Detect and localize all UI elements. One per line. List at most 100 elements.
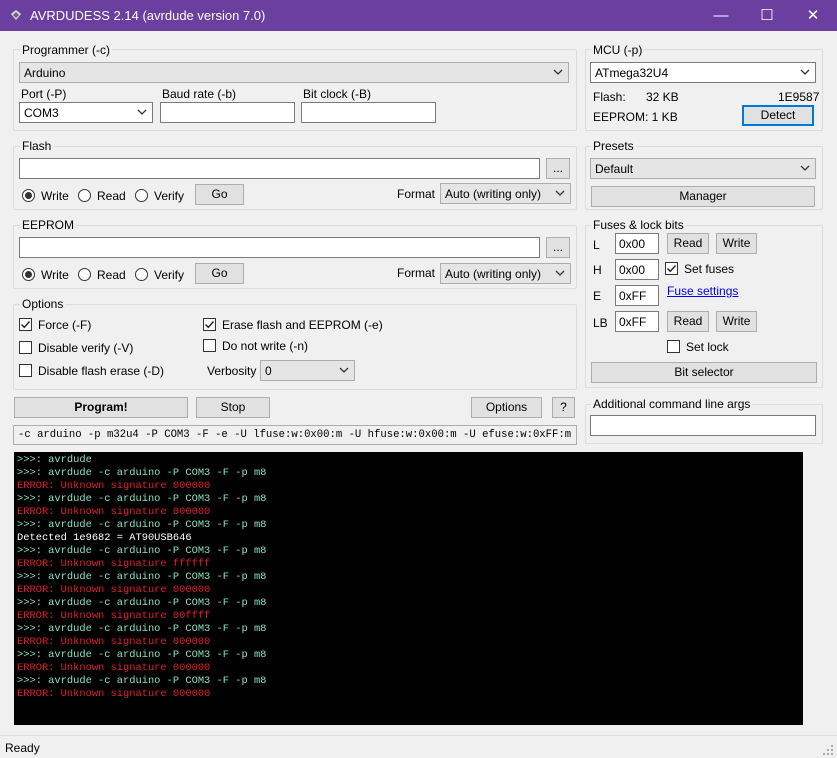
presets-select[interactable]: Default — [590, 158, 816, 179]
set-lock-label: Set lock — [686, 340, 729, 354]
baud-rate-label: Baud rate (-b) — [162, 87, 237, 101]
disable-flash-erase-checkbox[interactable] — [19, 364, 32, 377]
erase-checkbox[interactable] — [203, 318, 216, 331]
additional-args-input[interactable] — [590, 415, 816, 436]
console-line: >>>: avrdude -c arduino -P COM3 -F -p m8 — [17, 649, 267, 661]
force-checkbox[interactable] — [19, 318, 32, 331]
eeprom-write-label: Write — [41, 268, 69, 282]
lock-write-button[interactable]: Write — [716, 311, 757, 332]
console-line: ERROR: Unknown signature 000000 — [17, 480, 211, 492]
chevron-down-icon — [137, 109, 147, 115]
chevron-down-icon — [339, 367, 349, 373]
additional-args-label: Additional command line args — [591, 397, 753, 411]
flash-group-label: Flash — [20, 139, 54, 153]
programmer-group-label: Programmer (-c) — [20, 43, 113, 57]
console-line: ERROR: Unknown signature 000000 — [17, 688, 211, 700]
eeprom-write-radio[interactable] — [22, 268, 35, 281]
eeprom-format-select[interactable]: Auto (writing only) — [440, 263, 571, 284]
fuse-read-button[interactable]: Read — [667, 233, 709, 254]
bit-clock-input[interactable] — [301, 102, 436, 123]
bit-clock-label: Bit clock (-B) — [303, 87, 372, 101]
port-select[interactable]: COM3 — [19, 102, 153, 123]
detect-button[interactable]: Detect — [742, 105, 814, 126]
force-label: Force (-F) — [38, 318, 92, 332]
fuse-l-label: L — [593, 238, 600, 252]
set-fuses-checkbox[interactable] — [665, 262, 678, 275]
flash-format-select[interactable]: Auto (writing only) — [440, 183, 571, 204]
console-line: >>>: avrdude -c arduino -P COM3 -F -p m8 — [17, 519, 267, 531]
verbosity-select[interactable]: 0 — [260, 360, 355, 381]
stop-button[interactable]: Stop — [196, 397, 270, 418]
help-button[interactable]: ? — [552, 397, 575, 418]
console-line: ERROR: Unknown signature ffffff — [17, 558, 211, 570]
console-line: Detected 1e9682 = AT90USB646 — [17, 532, 192, 544]
console-line: ERROR: Unknown signature 000000 — [17, 584, 211, 596]
eeprom-read-label: Read — [97, 268, 126, 282]
bit-selector-button[interactable]: Bit selector — [591, 362, 817, 383]
fuse-write-button[interactable]: Write — [716, 233, 757, 254]
console-output[interactable]: >>>: avrdude >>>: avrdude -c arduino -P C… — [14, 452, 817, 725]
app-icon — [11, 10, 21, 20]
maximize-button[interactable]: ☐ — [744, 0, 790, 31]
status-text: Ready — [5, 741, 40, 755]
manager-button[interactable]: Manager — [591, 186, 815, 207]
chevron-down-icon — [555, 270, 565, 276]
console-line: >>>: avrdude -c arduino -P COM3 -F -p m8 — [17, 675, 267, 687]
command-line-preview[interactable]: -c arduino -p m32u4 -P COM3 -F -e -U lfu… — [13, 425, 577, 445]
console-line: >>>: avrdude — [17, 454, 92, 466]
console-line: ERROR: Unknown signature 00ffff — [17, 610, 211, 622]
close-button[interactable]: ✕ — [790, 0, 836, 31]
fuses-group-label: Fuses & lock bits — [591, 218, 686, 232]
eeprom-file-input[interactable] — [19, 237, 540, 258]
flash-read-label: Read — [97, 189, 126, 203]
title-bar[interactable]: AVRDUDESS 2.14 (avrdude version 7.0) — ☐… — [0, 0, 837, 31]
console-line: >>>: avrdude -c arduino -P COM3 -F -p m8 — [17, 493, 267, 505]
flash-format-label: Format — [397, 187, 436, 201]
flash-format-value: Auto (writing only) — [445, 187, 542, 201]
programmer-select[interactable]: Arduino — [19, 62, 569, 83]
flash-write-radio[interactable] — [22, 189, 35, 202]
mcu-eeprom-info: EEPROM: 1 KB — [593, 110, 678, 124]
fuse-h-input[interactable]: 0x00 — [615, 259, 659, 280]
checkmark-icon — [21, 321, 31, 329]
flash-file-input[interactable] — [19, 158, 540, 179]
eeprom-format-value: Auto (writing only) — [445, 267, 542, 281]
set-fuses-label: Set fuses — [684, 262, 735, 276]
console-scrollbar[interactable] — [803, 452, 820, 725]
fuse-lb-input[interactable]: 0xFF — [615, 311, 659, 332]
eeprom-go-button[interactable]: Go — [195, 263, 244, 284]
fuse-settings-link[interactable]: Fuse settings — [667, 284, 738, 298]
resize-grip-icon[interactable] — [822, 744, 834, 756]
verbosity-value: 0 — [265, 364, 272, 378]
lock-read-button[interactable]: Read — [667, 311, 709, 332]
disable-verify-label: Disable verify (-V) — [38, 341, 134, 355]
console-line: >>>: avrdude -c arduino -P COM3 -F -p m8 — [17, 467, 267, 479]
flash-browse-button[interactable]: ... — [546, 158, 570, 179]
console-line: ERROR: Unknown signature 000000 — [17, 636, 211, 648]
disable-verify-checkbox[interactable] — [19, 341, 32, 354]
console-line: ERROR: Unknown signature 000000 — [17, 506, 211, 518]
set-lock-checkbox[interactable] — [667, 340, 680, 353]
fuse-l-input[interactable]: 0x00 — [615, 233, 659, 254]
flash-write-label: Write — [41, 189, 69, 203]
baud-rate-input[interactable] — [160, 102, 295, 123]
eeprom-verify-radio[interactable] — [135, 268, 148, 281]
minimize-button[interactable]: — — [698, 0, 744, 31]
no-write-label: Do not write (-n) — [222, 339, 309, 353]
mcu-selected: ATmega32U4 — [595, 66, 669, 80]
checkmark-icon — [205, 321, 215, 329]
flash-go-button[interactable]: Go — [195, 184, 244, 205]
program-button[interactable]: Program! — [14, 397, 188, 418]
flash-verify-radio[interactable] — [135, 189, 148, 202]
mcu-group-label: MCU (-p) — [591, 43, 645, 57]
eeprom-format-label: Format — [397, 266, 436, 280]
mcu-select[interactable]: ATmega32U4 — [590, 62, 816, 83]
options-button[interactable]: Options — [471, 397, 542, 418]
fuse-e-input[interactable]: 0xFF — [615, 285, 659, 306]
no-write-checkbox[interactable] — [203, 339, 216, 352]
flash-read-radio[interactable] — [78, 189, 91, 202]
port-label: Port (-P) — [21, 87, 67, 101]
eeprom-browse-button[interactable]: ... — [546, 237, 570, 258]
chevron-down-icon — [555, 190, 565, 196]
eeprom-read-radio[interactable] — [78, 268, 91, 281]
